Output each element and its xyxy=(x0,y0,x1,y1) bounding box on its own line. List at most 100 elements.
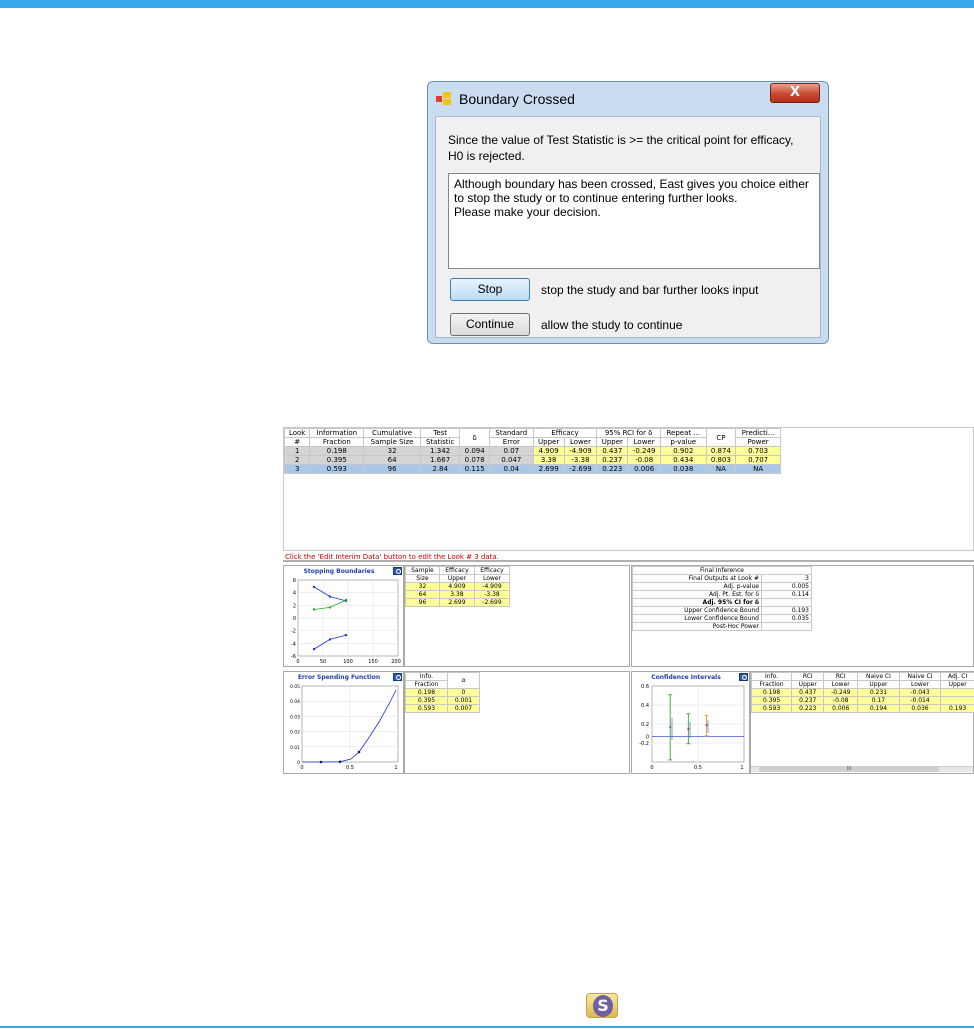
table-row[interactable]: 1 0.198 32 1.342 0.094 0.07 4.909 -4.909… xyxy=(283,446,781,456)
cell: 0.038 xyxy=(659,464,707,474)
table-row[interactable]: 0.395 0.001 xyxy=(405,696,481,705)
zoom-icon[interactable] xyxy=(739,673,748,681)
cell: 0.036 xyxy=(898,704,942,713)
column-subheader: Lower xyxy=(823,680,859,689)
cell: -3.38 xyxy=(563,455,598,465)
column-subheader: Lower xyxy=(627,437,661,447)
table-row: Post-Hoc Power xyxy=(632,622,812,631)
info-line: to stop the study or to continue enterin… xyxy=(454,191,738,205)
cell: 0.198 xyxy=(405,688,448,697)
table-row[interactable]: 0.395 0.237 -0.08 0.17 -0.014 xyxy=(750,696,974,705)
column-header[interactable]: 95% RCI for δ xyxy=(596,428,661,438)
cell: 0.198 xyxy=(309,446,365,456)
column-header[interactable]: Info. xyxy=(750,672,793,681)
cell: Adj. Pt. Est. for δ xyxy=(632,590,762,599)
column-header[interactable]: Naive CI xyxy=(898,672,942,681)
y-tick: 0.04 xyxy=(290,699,300,705)
cell: 64 xyxy=(363,455,421,465)
column-header[interactable]: CP xyxy=(705,428,737,447)
column-header[interactable]: RCI xyxy=(823,672,859,681)
column-header[interactable]: α xyxy=(446,672,481,689)
table-row[interactable]: 96 2.699 -2.699 xyxy=(405,598,511,607)
cell: Upper Confidence Bound xyxy=(632,606,762,615)
cell: 0.434 xyxy=(659,455,707,465)
table-row[interactable]: 32 4.909 -4.909 xyxy=(405,582,511,591)
column-subheader: Upper xyxy=(857,680,900,689)
column-header[interactable]: Standard xyxy=(489,428,534,438)
column-subheader: Size xyxy=(405,574,440,583)
cell: 64 xyxy=(405,590,440,599)
column-header[interactable]: Sample xyxy=(405,566,440,575)
cell: 2.699 xyxy=(532,464,565,474)
stop-button[interactable]: Stop xyxy=(450,278,530,301)
results-grid: Look Information Cumulative Test δ Stand… xyxy=(283,428,781,474)
zoom-icon[interactable] xyxy=(393,673,402,681)
continue-button[interactable]: Continue xyxy=(450,313,530,336)
column-subheader: Statistic xyxy=(419,437,461,447)
cell: 0.193 xyxy=(761,606,812,615)
column-header[interactable]: Repeat ... xyxy=(659,428,707,438)
column-subheader: Upper xyxy=(532,437,565,447)
cell: 0.237 xyxy=(596,455,629,465)
cell: 3.38 xyxy=(532,455,565,465)
dialog-title-bar[interactable]: Boundary Crossed X xyxy=(428,82,828,116)
column-header[interactable]: Look xyxy=(283,428,311,438)
cell: -0.043 xyxy=(898,688,942,697)
column-header[interactable]: Info. xyxy=(405,672,448,681)
cell: -3.38 xyxy=(473,590,511,599)
cell: 0.902 xyxy=(659,446,707,456)
column-subheader: Upper xyxy=(596,437,629,447)
column-header[interactable]: Efficacy xyxy=(473,566,511,575)
column-header[interactable]: RCI xyxy=(791,672,825,681)
x-tick: 150 xyxy=(368,659,378,665)
table-row[interactable]: 0.198 0.437 -0.249 0.231 -0.043 xyxy=(750,688,974,697)
cell: -0.249 xyxy=(823,688,859,697)
column-header[interactable]: Cumulative xyxy=(363,428,421,438)
cell: 2.699 xyxy=(438,598,475,607)
column-header[interactable]: Test xyxy=(419,428,461,438)
cell: -0.08 xyxy=(627,455,661,465)
cell: 4.909 xyxy=(438,582,475,591)
table-row[interactable]: 2 0.395 64 1.667 0.078 0.047 3.38 -3.38 … xyxy=(283,455,781,465)
cell: 0.17 xyxy=(857,696,900,705)
cell: 3 xyxy=(283,464,311,474)
info-textbox[interactable]: Although boundary has been crossed, East… xyxy=(448,173,820,269)
table-row-selected[interactable]: 3 0.593 96 2.84 0.115 0.04 2.699 -2.699 … xyxy=(283,464,781,474)
confidence-intervals-table: Info. RCI RCI Naive CI Naive CI Adj. CI … xyxy=(750,671,974,774)
y-tick: 0.02 xyxy=(290,730,300,736)
cell: 0.703 xyxy=(735,446,781,456)
column-header[interactable]: Adj. CI xyxy=(940,672,974,681)
table-row[interactable]: 0.593 0.007 xyxy=(405,704,481,713)
cell: 0 xyxy=(446,688,481,697)
horizontal-scrollbar[interactable]: III xyxy=(751,766,973,772)
cell: 2.84 xyxy=(419,464,461,474)
cell: 0.07 xyxy=(489,446,534,456)
close-button[interactable]: X xyxy=(770,83,820,103)
logo-letter: S xyxy=(593,995,613,1017)
table-row[interactable]: 0.198 0 xyxy=(405,688,481,697)
column-subheader: Fraction xyxy=(750,680,793,689)
message-line: H0 is rejected. xyxy=(448,149,525,163)
column-header[interactable]: Predicti... xyxy=(735,428,781,438)
y-tick: -2 xyxy=(291,629,296,635)
zoom-icon[interactable] xyxy=(393,567,402,575)
dialog-title: Boundary Crossed xyxy=(459,91,575,107)
table-row: Adj. Pt. Est. for δ 0.114 xyxy=(632,590,812,599)
cell: -4.909 xyxy=(473,582,511,591)
final-inference-grid: Final Inference Final Outputs at Look #3… xyxy=(632,566,812,631)
y-tick: 0.01 xyxy=(290,745,300,751)
scroll-thumb[interactable]: III xyxy=(759,767,939,772)
y-tick: 0.4 xyxy=(641,703,649,709)
table-row[interactable]: 0.593 0.223 0.006 0.194 0.036 0.193 xyxy=(750,704,974,713)
table-row[interactable]: 64 3.38 -3.38 xyxy=(405,590,511,599)
error-spending-table: Info. α Fraction 0.198 0 0.395 0.001 0.593 0… xyxy=(404,671,630,774)
x-tick: 200 xyxy=(391,659,401,665)
column-header[interactable]: Efficacy xyxy=(532,428,598,438)
column-header[interactable]: Naive CI xyxy=(857,672,900,681)
column-header[interactable]: Information xyxy=(309,428,365,438)
cell: -2.699 xyxy=(563,464,598,474)
column-header[interactable]: δ xyxy=(459,428,491,447)
y-tick: 0.03 xyxy=(290,714,300,720)
column-header[interactable]: Efficacy xyxy=(438,566,475,575)
stopping-boundaries-chart: 6 4 2 0 -2 -4 -6 0 50 100 150 200 xyxy=(291,578,401,665)
